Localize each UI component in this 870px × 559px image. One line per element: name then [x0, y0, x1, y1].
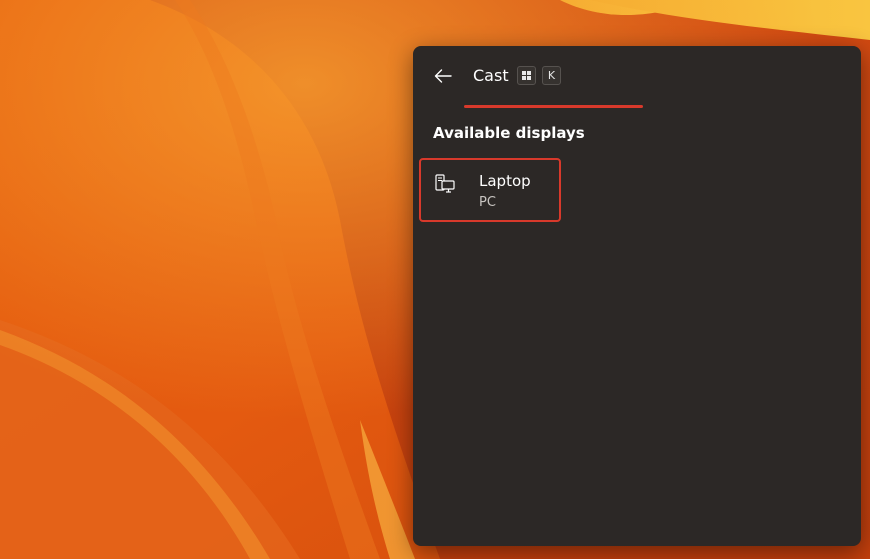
cast-panel: Cast K Available displays Laptop PC	[413, 46, 861, 546]
display-type: PC	[479, 195, 496, 210]
arrow-left-icon	[434, 69, 452, 83]
computer-display-icon	[435, 174, 455, 193]
shortcut-key-win	[517, 66, 536, 85]
section-title-available-displays: Available displays	[433, 124, 585, 142]
win-key-icon	[522, 71, 531, 80]
panel-title: Cast	[473, 66, 509, 85]
shortcut-key-k: K	[542, 66, 561, 85]
title-highlight-underline	[464, 105, 643, 108]
display-name: Laptop	[479, 172, 531, 190]
back-button[interactable]	[429, 62, 457, 90]
display-item-laptop[interactable]: Laptop PC	[419, 158, 561, 222]
cast-header: Cast K	[413, 46, 861, 106]
